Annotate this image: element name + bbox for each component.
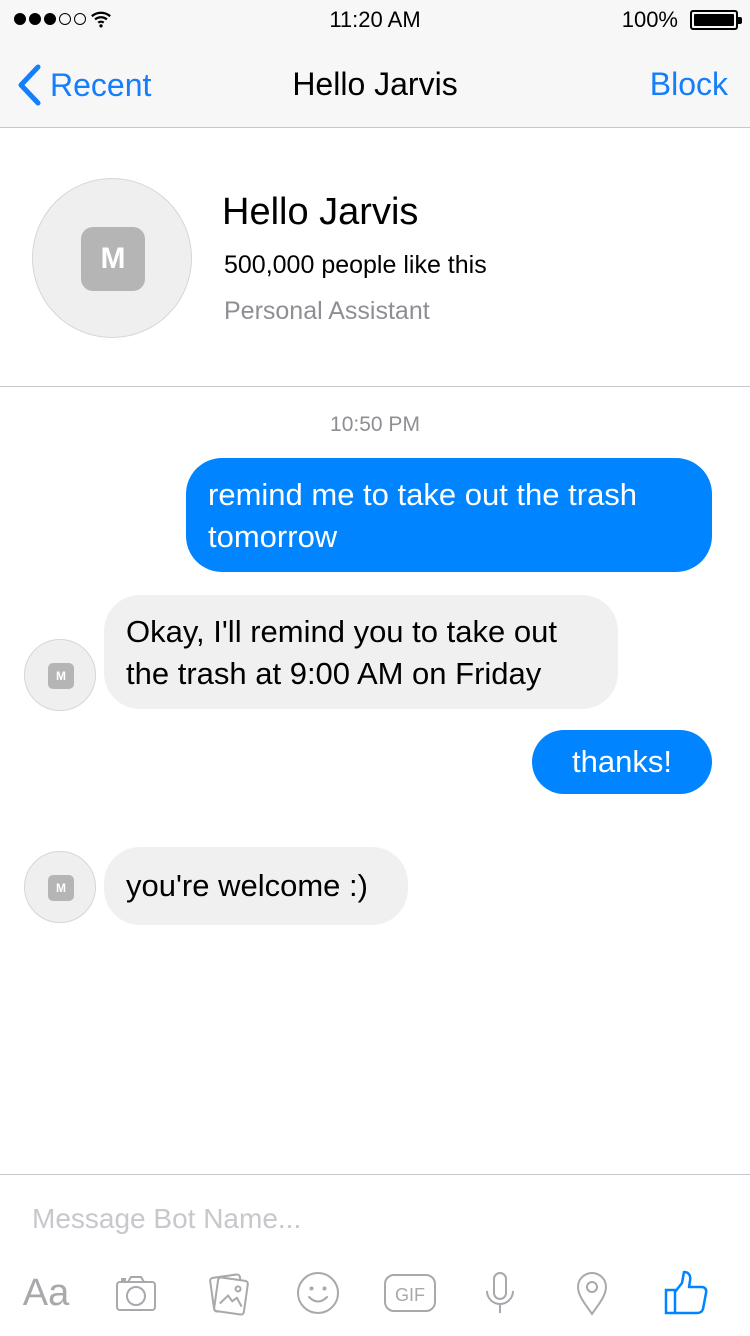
messenger-logo-icon: M [48, 875, 74, 901]
like-icon[interactable] [656, 1263, 716, 1323]
gif-icon[interactable]: GIF [380, 1263, 440, 1323]
message-input[interactable] [32, 1197, 722, 1241]
back-button-label: Recent [50, 66, 152, 103]
profile-avatar[interactable]: M [32, 178, 192, 338]
microphone-icon[interactable] [470, 1263, 530, 1323]
navigation-bar: Recent Hello Jarvis Block [0, 40, 750, 128]
location-icon[interactable] [562, 1263, 622, 1323]
profile-name: Hello Jarvis [222, 191, 419, 233]
block-button[interactable]: Block [650, 66, 728, 103]
outgoing-message[interactable]: thanks! [532, 730, 712, 794]
photos-icon[interactable] [198, 1263, 258, 1323]
back-button[interactable]: Recent [16, 60, 151, 110]
gif-label: GIF [395, 1285, 425, 1305]
composer-toolbar: Aa GIF [0, 1263, 750, 1323]
profile-header: M Hello Jarvis 500,000 people like this … [0, 129, 750, 387]
battery-percentage: 100% [621, 7, 678, 32]
bot-avatar[interactable]: M [24, 851, 96, 923]
battery-icon [690, 10, 742, 30]
chevron-left-icon [18, 64, 41, 106]
messenger-logo-icon: M [48, 663, 74, 689]
profile-category: Personal Assistant [224, 297, 430, 325]
camera-icon[interactable] [106, 1263, 166, 1323]
profile-likes: 500,000 people like this [224, 251, 487, 279]
outgoing-message[interactable]: remind me to take out the trash tomorrow [186, 458, 712, 572]
message-timestamp: 10:50 PM [330, 413, 420, 436]
message-composer: Aa [0, 1174, 750, 1336]
text-icon[interactable]: Aa [16, 1263, 76, 1323]
status-bar: 11:20 AM 100% [0, 0, 750, 40]
bot-avatar[interactable]: M [24, 639, 96, 711]
messenger-logo-icon: M [81, 227, 145, 291]
incoming-message[interactable]: Okay, I'll remind you to take out the tr… [104, 595, 618, 709]
incoming-message[interactable]: you're welcome :) [104, 847, 408, 925]
emoji-icon[interactable] [288, 1263, 348, 1323]
